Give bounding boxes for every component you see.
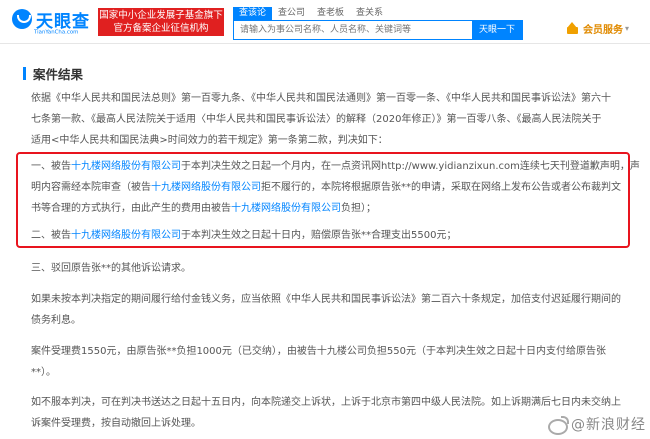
judgment-text: 明内容需经本院审查（被告 [31,182,151,193]
case-result-heading: 案件结果 [23,64,83,83]
slogan-line-2: 官方备案企业征信机构 [113,23,209,34]
weibo-watermark: @新浪财经 [548,414,646,435]
search-box: 天眼一下 [233,20,523,40]
logo-domain: TianYanCha.com [34,29,79,36]
vip-service-label: 会员服务 [583,25,623,36]
judgment-text: 拒不履行的，本院将根据原告张**的申请，采取在网络上发布公告或者公布裁判文 [261,182,621,193]
fee-paragraph: 案件受理费1550元，由原告张**负担1000元（已交纳），由被告十九楼公司负担… [31,341,631,383]
company-link[interactable]: 十九楼网络股份有限公司 [71,230,181,241]
tab-search-company[interactable]: 查公司 [272,7,311,20]
section-accent-bar [23,67,26,80]
tab-search-relation[interactable]: 查关系 [350,7,389,20]
judgment-text: 于本判决生效之日起十日内，赔偿原告张**合理支出5500元； [181,230,457,241]
judgment-item-1: 一、被告十九楼网络股份有限公司于本判决生效之日起一个月内，在一点资讯网http:… [31,156,640,219]
fee-line: 案件受理费1550元，由原告张**负担1000元（已交纳），由被告十九楼公司负担… [31,346,606,357]
section-title: 案件结果 [33,67,84,82]
chevron-down-icon: ▾ [625,24,630,33]
intro-line: 依据《中华人民共和国民法总则》第一百零九条、《中华人民共和国民法通则》第一百零一… [31,93,611,104]
tianyancha-logo[interactable]: 天眼查 TianYanCha.com [12,6,92,38]
appeal-line: 如不服本判决，可在判决书送达之日起十五日内，向本院递交上诉状，上诉于北京市第四中… [31,397,621,408]
intro-line: 适用<中华人民共和国民法典>时间效力的若干规定》第一条第二款，判决如下： [31,135,388,146]
interest-line: 如果未按本判决指定的期间履行给付金钱义务，应当依照《中华人民共和国民事诉讼法》第… [31,294,621,305]
appeal-paragraph: 如不服本判决，可在判决书送达之日起十五日内，向本院递交上诉状，上诉于北京市第四中… [31,392,631,434]
judgment-line: 书等合理的方式执行，由此产生的费用由被告十九楼网络股份有限公司负担）； [31,198,631,219]
judgment-item-2: 二、被告十九楼网络股份有限公司于本判决生效之日起十日内，赔偿原告张**合理支出5… [31,225,631,246]
search-button[interactable]: 天眼一下 [472,21,522,39]
weibo-icon [548,416,569,435]
company-link[interactable]: 十九楼网络股份有限公司 [71,161,181,172]
judgment-line: 一、被告十九楼网络股份有限公司于本判决生效之日起一个月内，在一点资讯网http:… [31,156,640,177]
crown-icon [566,22,579,35]
intro-paragraph: 依据《中华人民共和国民法总则》第一百零九条、《中华人民共和国民法通则》第一百零一… [31,88,631,151]
eye-logo-icon [12,9,32,29]
company-link[interactable]: 十九楼网络股份有限公司 [231,203,341,214]
appeal-line: 诉案件受理费，按自动撤回上诉处理。 [31,418,201,429]
judgment-line: 三、驳回原告张**的其他诉讼请求。 [31,263,191,274]
judgment-text: 负担）； [341,203,376,214]
judgment-line: 明内容需经本院审查（被告十九楼网络股份有限公司拒不履行的，本院将根据原告张**的… [31,177,631,198]
judgment-text: 二、被告 [31,230,71,241]
top-header: 天眼查 TianYanCha.com 国家中小企业发展子基金旗下 官方备案企业征… [0,0,650,44]
slogan-badge: 国家中小企业发展子基金旗下 官方备案企业征信机构 [98,8,224,36]
company-link[interactable]: 十九楼网络股份有限公司 [151,182,261,193]
fee-line: **）。 [31,367,56,378]
judgment-line: 二、被告十九楼网络股份有限公司于本判决生效之日起十日内，赔偿原告张**合理支出5… [31,225,631,246]
search-input[interactable] [234,21,472,39]
judgment-text: 书等合理的方式执行，由此产生的费用由被告 [31,203,231,214]
judgment-text: 于本判决生效之日起一个月内，在一点资讯网http://www.yidianzix… [181,161,640,172]
interest-line: 债务利息。 [31,315,81,326]
intro-line: 七条第一款、《最高人民法院关于适用〈中华人民共和国民事诉讼法〉的解释（2020年… [31,114,602,125]
vip-service-menu[interactable]: 会员服务 ▾ [566,21,629,36]
tab-search-litigation[interactable]: 查该论 [233,7,273,20]
judgment-text: 一、被告 [31,161,71,172]
search-tabs: 查该论 查公司 查老板 查关系 [233,7,389,20]
watermark-text: @新浪财经 [571,417,646,433]
judgment-item-3: 三、驳回原告张**的其他诉讼请求。 [31,258,631,279]
slogan-line-1: 国家中小企业发展子基金旗下 [99,10,223,21]
interest-paragraph: 如果未按本判决指定的期间履行给付金钱义务，应当依照《中华人民共和国民事诉讼法》第… [31,289,631,331]
tab-search-boss[interactable]: 查老板 [311,7,350,20]
